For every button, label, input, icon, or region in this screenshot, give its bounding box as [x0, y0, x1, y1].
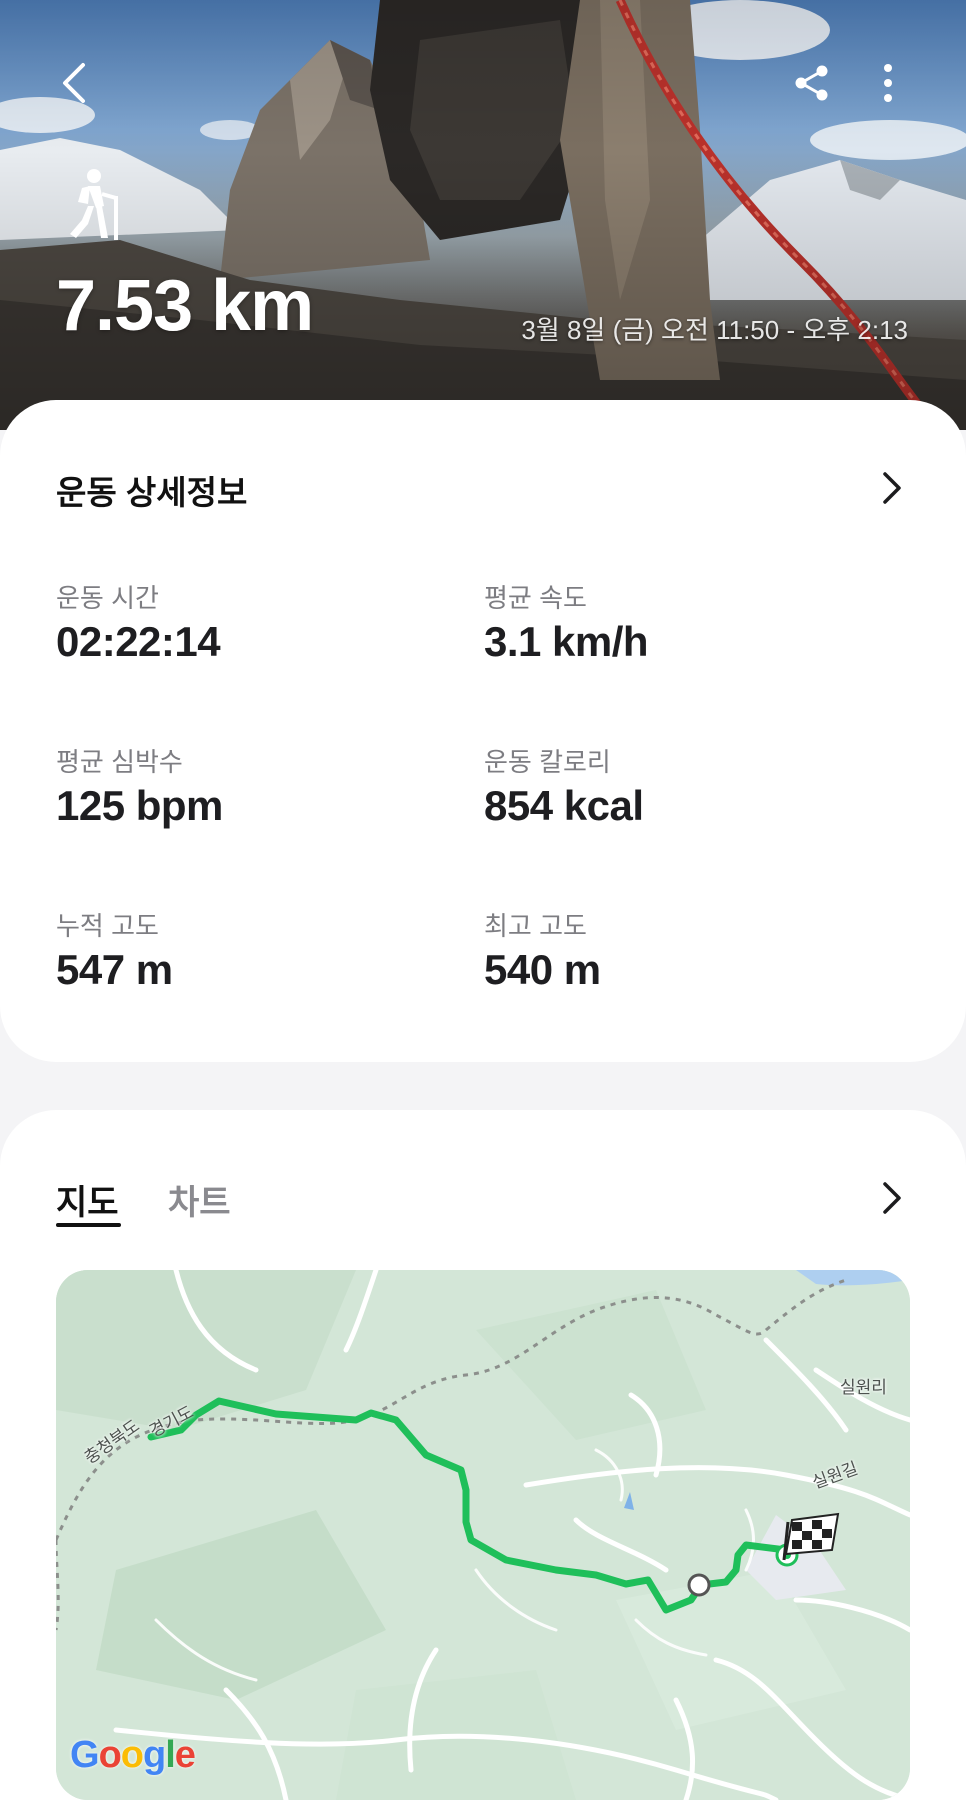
- chevron-left-icon: [63, 63, 85, 103]
- stat-label-avg-speed: 평균 속도: [484, 583, 587, 613]
- chevron-right-icon: [883, 472, 901, 504]
- route-card: 지도 차트 충청북도 경기도 실원리 실원길 Google: [0, 1110, 966, 1815]
- tab-chart[interactable]: 차트: [168, 1175, 231, 1224]
- map-expand-button[interactable]: [872, 1178, 912, 1218]
- details-title: 운동 상세정보: [56, 474, 248, 511]
- stat-value-avg-speed: 3.1 km/h: [484, 618, 649, 665]
- workout-date-range: 3월 8일 (금) 오전 11:50 - 오후 2:13: [521, 315, 908, 345]
- details-expand-button[interactable]: [872, 468, 912, 508]
- chevron-right-icon: [883, 1182, 901, 1214]
- stat-value-duration: 02:22:14: [56, 618, 221, 665]
- stat-label-max-altitude: 최고 고도: [484, 911, 587, 941]
- route-map[interactable]: 충청북도 경기도 실원리 실원길 Google: [56, 1270, 910, 1800]
- hiking-icon: [70, 169, 118, 240]
- workout-details-card: 운동 상세정보 운동 시간 02:22:14 평균 속도 3.1 km/h 평균…: [0, 400, 966, 1062]
- stat-label-calories: 운동 칼로리: [484, 747, 611, 777]
- google-logo: Google: [70, 1734, 196, 1776]
- stat-value-calories: 854 kcal: [484, 782, 644, 829]
- stat-value-avg-heart-rate: 125 bpm: [56, 782, 223, 829]
- share-icon: [795, 65, 828, 101]
- stat-label-elevation-gain: 누적 고도: [56, 911, 159, 941]
- map-label-silwonri: 실원리: [840, 1378, 887, 1397]
- more-vertical-icon: [884, 64, 892, 102]
- stat-label-duration: 운동 시간: [56, 583, 159, 613]
- map-canvas: [56, 1270, 910, 1800]
- share-button[interactable]: [784, 55, 840, 111]
- active-tab-indicator: [56, 1223, 121, 1227]
- total-distance: 7.53 km: [56, 266, 314, 346]
- hero-banner: 7.53 km 3월 8일 (금) 오전 11:50 - 오후 2:13: [0, 0, 966, 430]
- stat-value-max-altitude: 540 m: [484, 946, 601, 993]
- tab-map[interactable]: 지도: [56, 1175, 119, 1224]
- back-button[interactable]: [46, 55, 102, 111]
- more-options-button[interactable]: [860, 55, 916, 111]
- stat-value-elevation-gain: 547 m: [56, 946, 173, 993]
- stat-label-avg-heart-rate: 평균 심박수: [56, 747, 183, 777]
